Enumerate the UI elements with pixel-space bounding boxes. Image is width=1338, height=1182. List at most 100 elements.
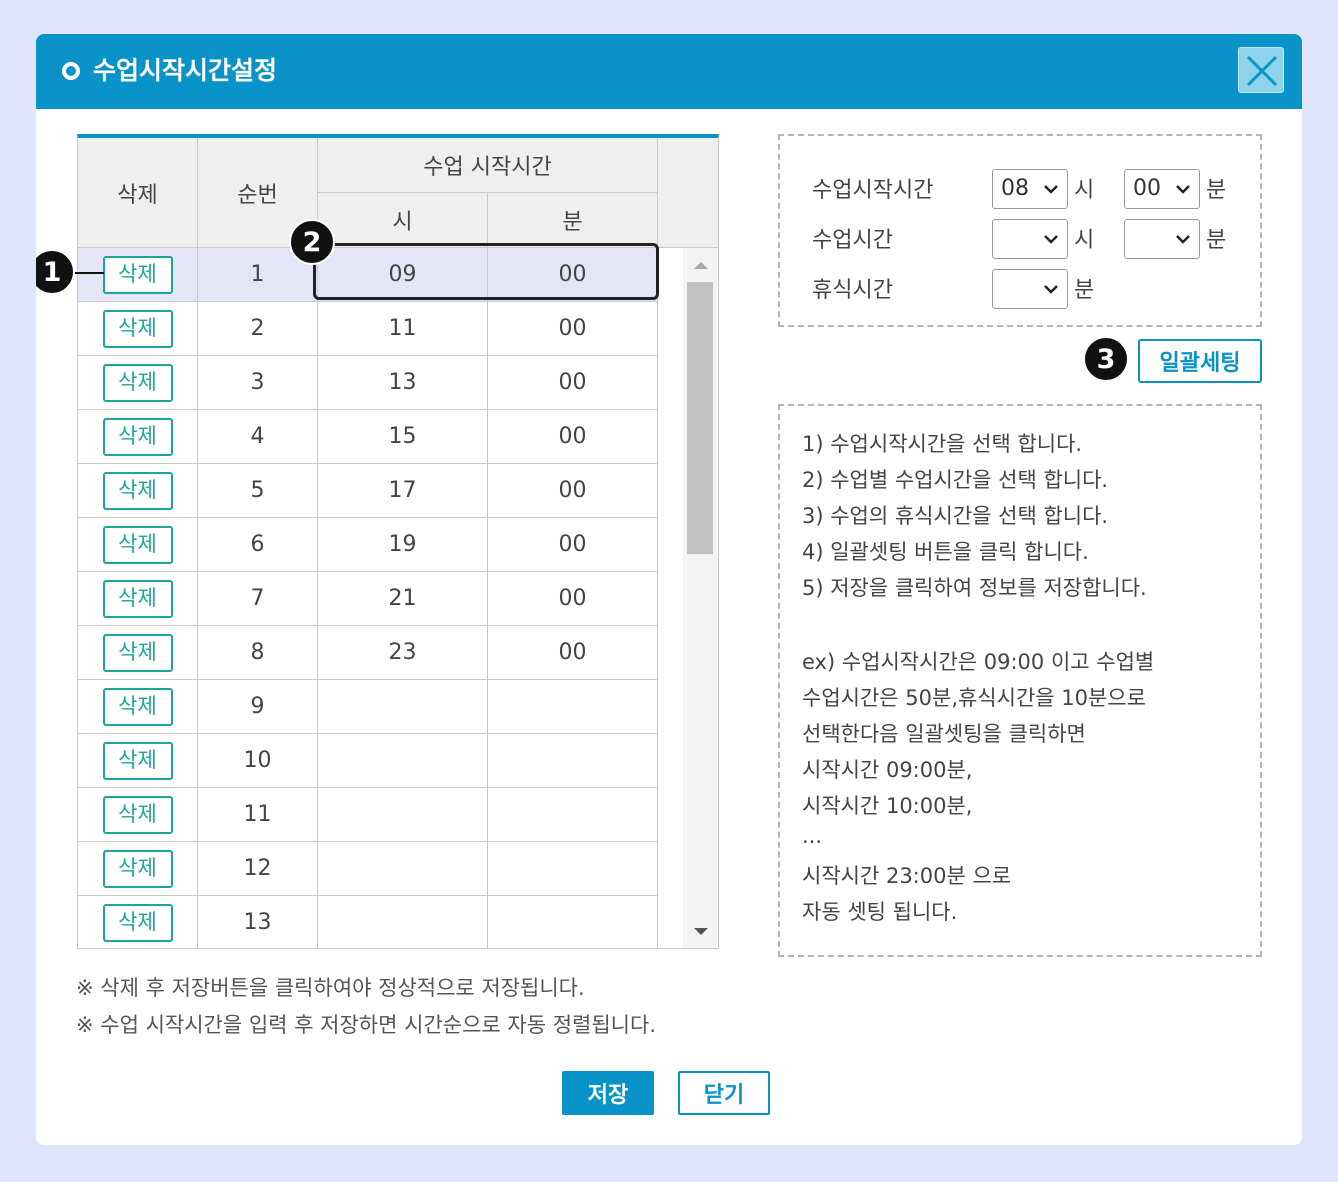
minute-cell[interactable]: 00 bbox=[488, 518, 658, 572]
delete-row-button[interactable]: 삭제 bbox=[102, 687, 173, 726]
hour-cell[interactable]: 21 bbox=[318, 572, 488, 626]
hour-cell[interactable] bbox=[318, 734, 488, 788]
chevron-down-icon bbox=[1176, 235, 1190, 244]
table-row[interactable]: 삭제 7 21 00 bbox=[78, 572, 658, 626]
hour-cell[interactable]: 15 bbox=[318, 410, 488, 464]
delete-row-button[interactable]: 삭제 bbox=[102, 579, 173, 618]
table-row[interactable]: 삭제 5 17 00 bbox=[78, 464, 658, 518]
selected-time-outline bbox=[313, 243, 659, 300]
minute-cell[interactable]: 00 bbox=[488, 356, 658, 410]
hour-cell[interactable]: 23 bbox=[318, 626, 488, 680]
start-hour-unit: 시 bbox=[1074, 178, 1095, 203]
order-cell: 5 bbox=[198, 464, 318, 518]
table-row[interactable]: 삭제 11 bbox=[78, 788, 658, 842]
minute-cell[interactable]: 00 bbox=[488, 572, 658, 626]
col-header-start-time: 수업 시작시간 bbox=[318, 138, 658, 193]
settings-panel: 수업시작시간 08 시 00 분 수업시간 시 분 휴식시간 분 bbox=[778, 134, 1262, 327]
marker-2-badge: 2 bbox=[289, 219, 335, 265]
delete-row-button[interactable]: 삭제 bbox=[102, 741, 173, 780]
guide-line: 시작시간 09:00분, bbox=[802, 758, 973, 782]
bulk-setting-button[interactable]: 일괄세팅 bbox=[1138, 339, 1262, 383]
duration-minute-select[interactable] bbox=[1124, 219, 1200, 259]
hour-cell[interactable] bbox=[318, 788, 488, 842]
delete-cell: 삭제 bbox=[78, 518, 198, 572]
delete-cell: 삭제 bbox=[78, 788, 198, 842]
start-minute-unit: 분 bbox=[1206, 178, 1227, 203]
minute-cell[interactable]: 00 bbox=[488, 464, 658, 518]
minute-cell[interactable]: 00 bbox=[488, 302, 658, 356]
table-row[interactable]: 삭제 10 bbox=[78, 734, 658, 788]
table-row[interactable]: 삭제 12 bbox=[78, 842, 658, 896]
table-row[interactable]: 삭제 2 11 00 bbox=[78, 302, 658, 356]
close-button[interactable]: 닫기 bbox=[678, 1071, 770, 1115]
minute-cell[interactable] bbox=[488, 734, 658, 788]
delete-row-button[interactable]: 삭제 bbox=[102, 471, 173, 510]
delete-row-button[interactable]: 삭제 bbox=[102, 309, 173, 348]
delete-row-button[interactable]: 삭제 bbox=[102, 525, 173, 564]
delete-row-button[interactable]: 삭제 bbox=[102, 903, 173, 942]
delete-row-button[interactable]: 삭제 bbox=[102, 795, 173, 834]
start-hour-value: 08 bbox=[1001, 176, 1029, 201]
minute-cell[interactable] bbox=[488, 680, 658, 734]
delete-cell: 삭제 bbox=[78, 896, 198, 948]
guide-line: 선택한다음 일괄셋팅을 클릭하면 bbox=[802, 722, 1086, 746]
delete-cell: 삭제 bbox=[78, 626, 198, 680]
guide-line: 4) 일괄셋팅 버튼을 클릭 합니다. bbox=[802, 540, 1089, 564]
save-button[interactable]: 저장 bbox=[562, 1071, 654, 1115]
minute-cell[interactable] bbox=[488, 788, 658, 842]
guide-panel: 1) 수업시작시간을 선택 합니다. 2) 수업별 수업시간을 선택 합니다. 3)… bbox=[778, 404, 1262, 957]
hour-cell[interactable] bbox=[318, 896, 488, 948]
table-row[interactable]: 삭제 9 bbox=[78, 680, 658, 734]
class-start-time-dialog: 수업시작시간설정 삭제 순번 수업 시작시간 시 분 삭제 1 09 00 삭제 2 11 0… bbox=[36, 34, 1302, 1145]
order-cell: 7 bbox=[198, 572, 318, 626]
guide-line: 2) 수업별 수업시간을 선택 합니다. bbox=[802, 468, 1109, 492]
chevron-down-icon bbox=[1044, 235, 1058, 244]
duration-hour-select[interactable] bbox=[992, 219, 1068, 259]
hour-cell[interactable]: 13 bbox=[318, 356, 488, 410]
order-cell: 4 bbox=[198, 410, 318, 464]
scroll-up-arrow-icon[interactable] bbox=[694, 262, 708, 269]
hour-cell[interactable]: 19 bbox=[318, 518, 488, 572]
guide-line: ... bbox=[802, 824, 823, 848]
hour-cell[interactable] bbox=[318, 842, 488, 896]
col-header-hour: 시 bbox=[318, 193, 488, 248]
delete-row-button[interactable]: 삭제 bbox=[102, 255, 173, 294]
order-cell: 2 bbox=[198, 302, 318, 356]
guide-line: ex) 수업시작시간은 09:00 이고 수업별 bbox=[802, 650, 1155, 674]
header-filler bbox=[658, 138, 718, 248]
break-minute-select[interactable] bbox=[992, 269, 1068, 309]
close-icon[interactable] bbox=[1238, 47, 1284, 93]
scroll-thumb[interactable] bbox=[687, 282, 713, 554]
delete-row-button[interactable]: 삭제 bbox=[102, 849, 173, 888]
delete-row-button[interactable]: 삭제 bbox=[102, 363, 173, 402]
start-hour-select[interactable]: 08 bbox=[992, 169, 1068, 209]
order-cell: 13 bbox=[198, 896, 318, 948]
delete-row-button[interactable]: 삭제 bbox=[102, 633, 173, 672]
delete-cell: 삭제 bbox=[78, 572, 198, 626]
table-row[interactable]: 삭제 3 13 00 bbox=[78, 356, 658, 410]
table-row[interactable]: 삭제 13 bbox=[78, 896, 658, 948]
start-minute-select[interactable]: 00 bbox=[1124, 169, 1200, 209]
hour-cell[interactable]: 17 bbox=[318, 464, 488, 518]
delete-row-button[interactable]: 삭제 bbox=[102, 417, 173, 456]
hour-cell[interactable] bbox=[318, 680, 488, 734]
minute-cell[interactable] bbox=[488, 842, 658, 896]
scroll-down-arrow-icon[interactable] bbox=[694, 928, 708, 935]
col-header-minute: 분 bbox=[488, 193, 658, 248]
chevron-down-icon bbox=[1176, 185, 1190, 194]
table-row[interactable]: 삭제 8 23 00 bbox=[78, 626, 658, 680]
minute-cell[interactable] bbox=[488, 896, 658, 948]
table-scrollbar[interactable] bbox=[683, 248, 717, 948]
guide-line: 시작시간 10:00분, bbox=[802, 794, 973, 818]
hour-cell[interactable]: 11 bbox=[318, 302, 488, 356]
minute-cell[interactable]: 00 bbox=[488, 626, 658, 680]
start-time-label: 수업시작시간 bbox=[812, 178, 934, 203]
table-row[interactable]: 삭제 6 19 00 bbox=[78, 518, 658, 572]
order-cell: 10 bbox=[198, 734, 318, 788]
guide-line: 3) 수업의 휴식시간을 선택 합니다. bbox=[802, 504, 1109, 528]
table-row[interactable]: 삭제 4 15 00 bbox=[78, 410, 658, 464]
chevron-down-icon bbox=[1044, 185, 1058, 194]
note-delete: ※ 삭제 후 저장버튼을 클릭하여야 정상적으로 저장됩니다. bbox=[76, 976, 585, 1000]
minute-cell[interactable]: 00 bbox=[488, 410, 658, 464]
duration-minute-unit: 분 bbox=[1206, 228, 1227, 253]
